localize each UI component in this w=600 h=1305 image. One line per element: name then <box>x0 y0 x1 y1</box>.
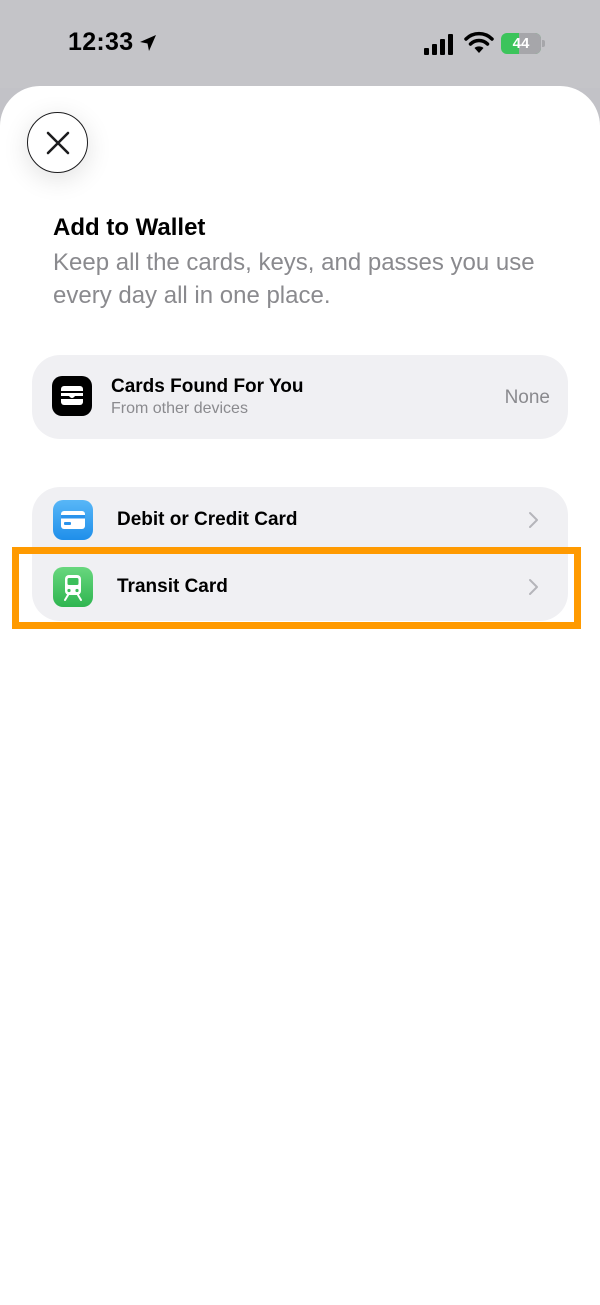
found-cards-subtitle: From other devices <box>111 400 248 417</box>
found-cards-value: None <box>504 387 550 408</box>
option-label-debit: Debit or Credit Card <box>117 509 298 530</box>
battery-charging-icon: 44 <box>501 33 545 54</box>
option-label-transit: Transit Card <box>117 576 228 597</box>
cards-found-for-you-row[interactable]: Cards Found For You From other devices N… <box>32 355 568 439</box>
status-time: 12:33 <box>68 28 134 56</box>
page-subtitle: Keep all the cards, keys, and passes you… <box>53 249 535 309</box>
credit-card-icon <box>53 500 93 540</box>
page-title: Add to Wallet <box>53 214 206 241</box>
battery-cap <box>542 40 545 47</box>
transit-card-option[interactable]: Transit Card <box>32 554 568 621</box>
cellular-signal-icon <box>424 34 453 55</box>
card-type-options: Debit or Credit Card Transit Card <box>32 487 568 621</box>
location-arrow-icon <box>140 35 156 51</box>
battery-level: 44 <box>512 35 530 52</box>
chevron-right-icon <box>529 579 538 595</box>
close-icon <box>46 131 69 154</box>
debit-or-credit-card-option[interactable]: Debit or Credit Card <box>32 487 568 554</box>
wifi-icon <box>464 31 494 53</box>
chevron-right-icon <box>529 512 538 528</box>
found-cards-title: Cards Found For You <box>111 376 304 397</box>
wallet-icon <box>52 376 92 416</box>
status-bar: 12:33 44 <box>0 0 600 88</box>
train-icon <box>53 567 93 607</box>
close-button[interactable] <box>27 112 88 173</box>
